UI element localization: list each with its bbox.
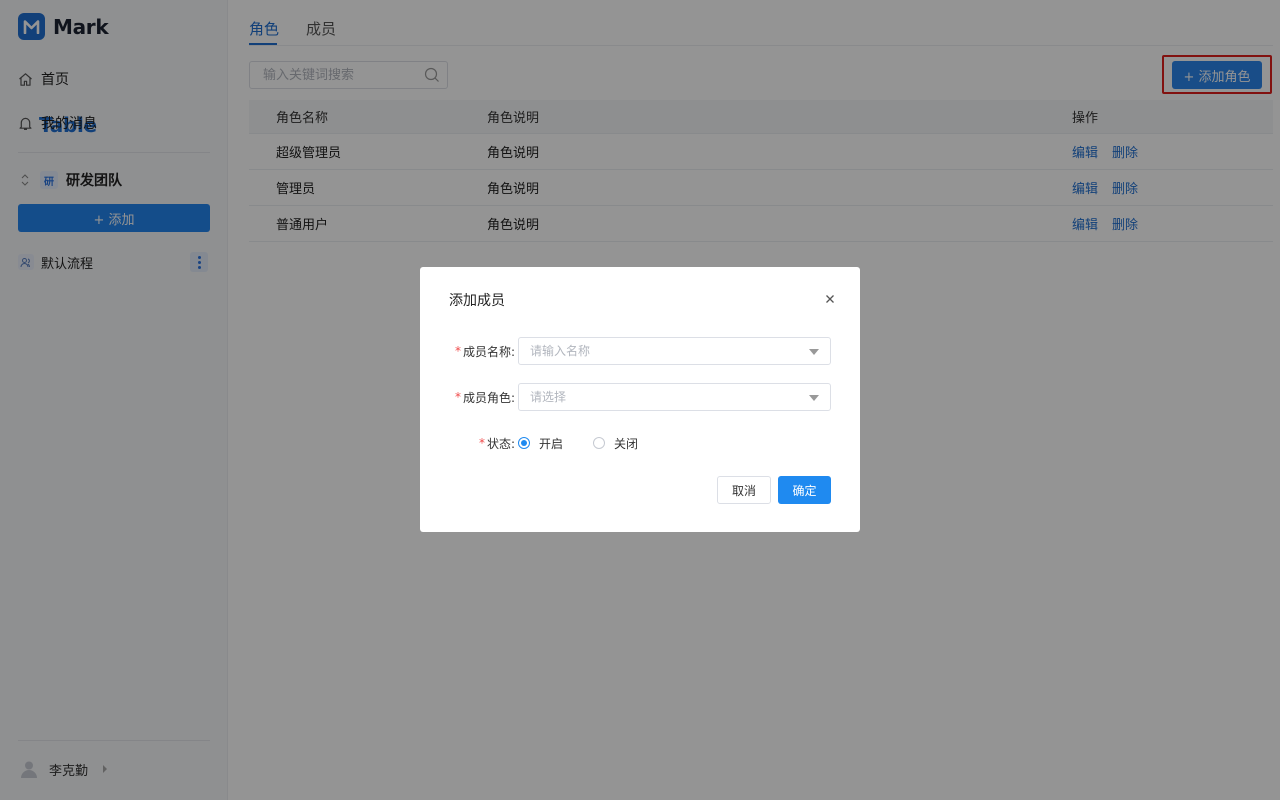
radio-checked (518, 437, 530, 449)
confirm-button[interactable]: 确定 (778, 476, 831, 504)
status-radio-on[interactable]: 开启 (518, 429, 563, 457)
member-role-label: * 成员角色: (454, 390, 515, 405)
member-role-select[interactable] (518, 383, 831, 411)
member-name-select[interactable] (518, 337, 831, 365)
member-name-label: * 成员名称: (454, 344, 515, 359)
member-name-input[interactable] (530, 338, 800, 364)
caret-down-icon (809, 349, 819, 355)
form-row-member-role: * 成员角色: (420, 383, 860, 411)
form-row-status: * 状态: 开启 关闭 (420, 429, 860, 457)
radio-unchecked (593, 437, 605, 449)
status-off-label: 关闭 (614, 436, 639, 451)
cancel-button[interactable]: 取消 (717, 476, 771, 504)
member-role-input[interactable] (530, 384, 800, 410)
close-icon[interactable] (825, 294, 835, 304)
form-row-member-name: * 成员名称: (420, 337, 860, 365)
add-member-dialog: 添加成员 *成员名称: *成员角色: *状态: 开启 关闭 取消 确定 (420, 267, 860, 532)
status-on-label: 开启 (539, 436, 564, 451)
caret-down-icon (809, 395, 819, 401)
status-label: * 状态: (478, 436, 515, 451)
status-radio-off[interactable]: 关闭 (593, 429, 638, 457)
dialog-title: 添加成员 (449, 293, 505, 309)
